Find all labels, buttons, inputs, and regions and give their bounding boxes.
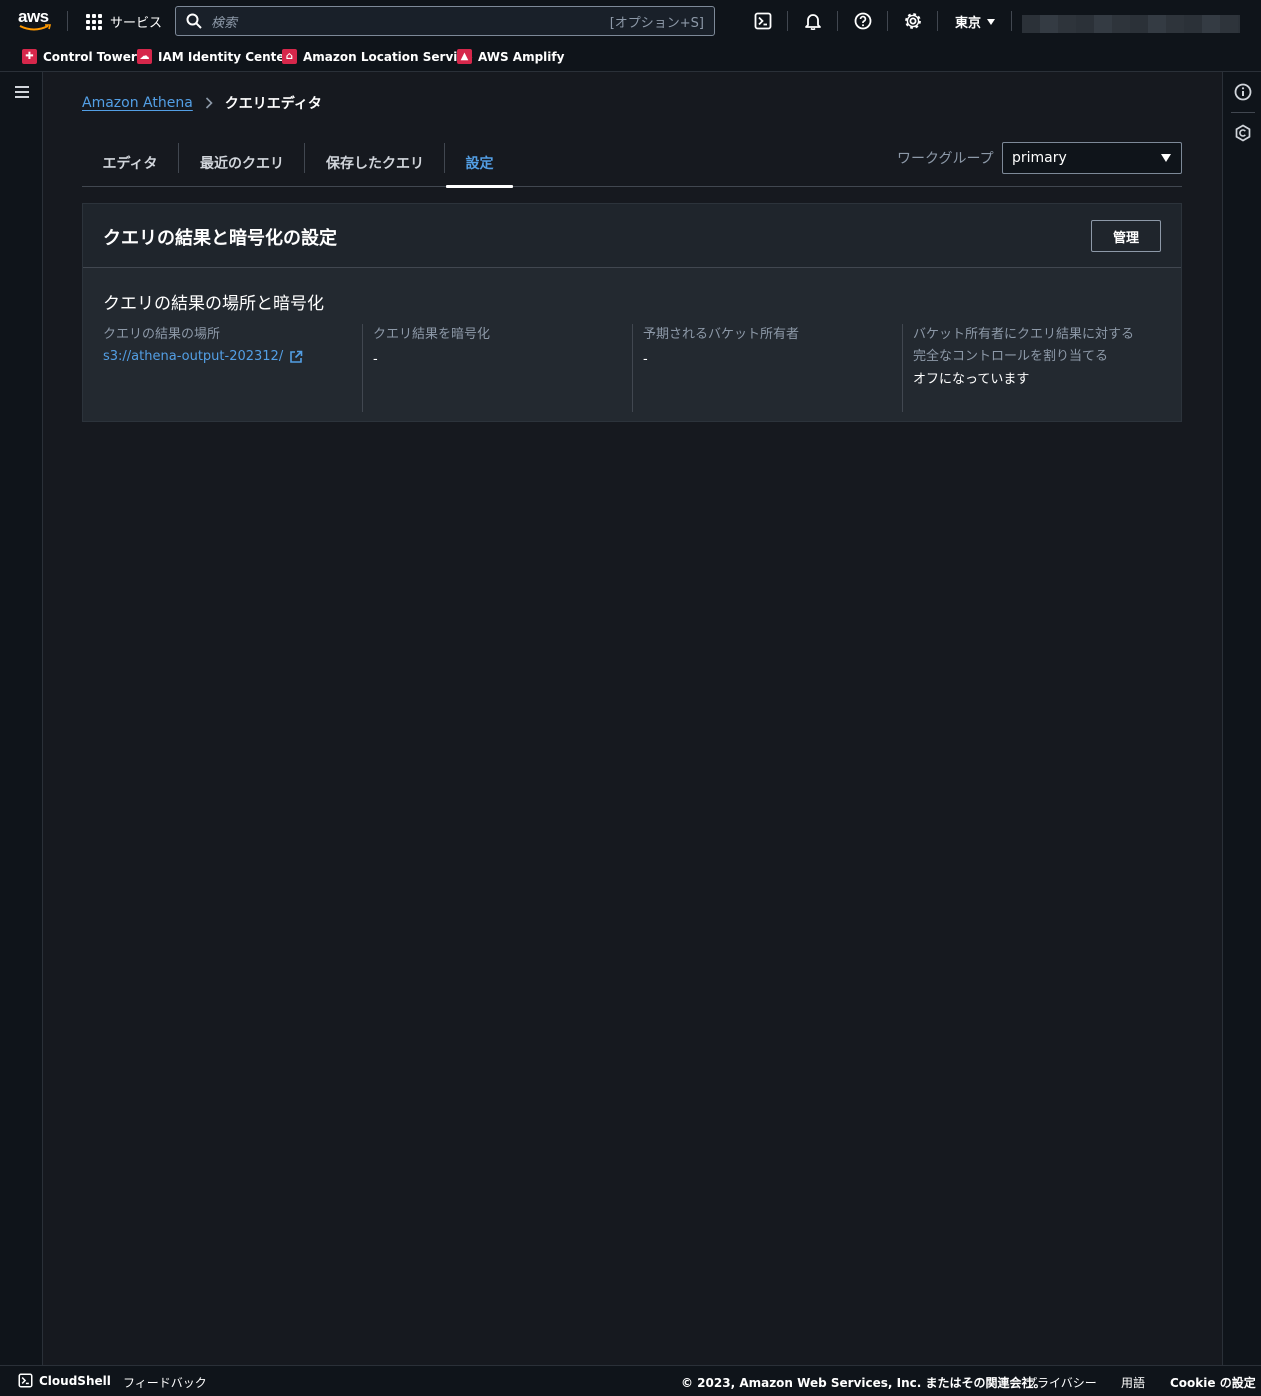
nav-divider [1011,11,1012,31]
bell-icon [805,14,821,30]
aws-logo[interactable]: aws [18,7,54,35]
encrypt-results-column: クエリ結果を暗号化 - [373,324,623,412]
nav-divider [787,11,788,31]
bucket-owner-control-label-line1: バケット所有者にクエリ結果に対する [913,327,1135,342]
favorite-iam-identity-center[interactable]: ☁ IAM Identity Center [137,49,290,64]
search-shortcut-hint: [オプション+S] [609,15,704,31]
control-tower-icon: ✚ [22,49,37,64]
left-side-rail [0,72,43,1365]
cloudshell-button[interactable] [753,11,773,31]
expected-bucket-owner-label: 予期されるバケット所有者 [643,327,800,342]
search-input[interactable]: 検索 [オプション+S] [175,6,715,36]
bucket-owner-control-label-line2: 完全なコントロールを割り当てる [913,349,1109,364]
column-divider [362,324,363,412]
region-selector[interactable]: 東京 [955,12,996,31]
expected-bucket-owner-column: 予期されるバケット所有者 - [643,324,893,412]
favorite-label: Control Tower [43,49,137,64]
workgroup-selected-value: primary [1012,150,1067,166]
footer-cloudshell-button[interactable]: CloudShell [18,1373,111,1388]
services-label: サービス [110,16,163,31]
tab-settings[interactable]: 設定 [446,140,513,188]
cloudshell-icon [18,1373,33,1388]
favorite-label: AWS Amplify [478,49,565,64]
footer-cloudshell-label: CloudShell [39,1373,111,1388]
query-results-settings-panel: クエリの結果と暗号化の設定 管理 クエリの結果の場所と暗号化 クエリの結果の場所… [82,203,1182,422]
settings-button[interactable] [903,11,923,31]
caret-down-icon [987,18,996,25]
nav-divider [67,11,68,31]
nav-divider [837,11,838,31]
favorite-control-tower[interactable]: ✚ Control Tower [22,49,137,64]
favorite-label: IAM Identity Center [158,49,291,64]
help-button[interactable] [853,11,873,31]
nav-divider [937,11,938,31]
breadcrumb: Amazon Athena クエリエディタ [82,93,322,113]
footer-cookie-settings-link[interactable]: Cookie の設定 [1170,1374,1256,1391]
caret-down-icon [1161,154,1171,162]
column-divider [902,324,903,412]
footer-terms-link[interactable]: 用語 [1121,1374,1145,1391]
tab-saved-queries[interactable]: 保存したクエリ [305,140,445,186]
services-menu-button[interactable]: サービス [86,12,162,31]
workgroup-select[interactable]: primary [1002,142,1182,174]
column-divider [632,324,633,412]
breadcrumb-current: クエリエディタ [224,96,322,112]
bucket-owner-control-column: バケット所有者にクエリ結果に対する 完全なコントロールを割り当てる オフになって… [913,324,1173,412]
menu-icon[interactable] [15,86,29,98]
panel-header: クエリの結果と暗号化の設定 管理 [83,204,1181,268]
search-placeholder: 検索 [211,15,238,31]
favorite-amplify[interactable]: ▲ AWS Amplify [457,49,564,64]
tab-editor[interactable]: エディタ [82,140,178,186]
amplify-icon: ▲ [457,49,472,64]
favorites-bar: ✚ Control Tower ☁ IAM Identity Center ⌂ … [0,42,1261,72]
chevron-right-icon [205,97,213,109]
bucket-owner-control-value: オフになっています [913,372,1030,387]
info-icon[interactable] [1234,83,1252,101]
region-label: 東京 [955,16,982,31]
workgroup-label: ワークグループ [897,151,994,167]
footer-feedback-link[interactable]: フィードバック [123,1374,207,1391]
results-location-label: クエリの結果の場所 [103,327,221,342]
encrypt-results-label: クエリ結果を暗号化 [373,327,491,342]
results-location-value: s3://athena-output-202312/ [103,349,284,364]
footer-copyright: © 2023, Amazon Web Services, Inc. またはその関… [681,1376,1046,1390]
account-menu-redacted[interactable] [1022,15,1240,33]
panel-title: クエリの結果と暗号化の設定 [103,228,337,249]
console-footer: CloudShell フィードバック © 2023, Amazon Web Se… [0,1365,1261,1396]
iam-identity-center-icon: ☁ [137,49,152,64]
cloudshell-icon [754,12,772,30]
nav-divider [887,11,888,31]
rail-divider [1231,112,1255,113]
results-location-link[interactable]: s3://athena-output-202312/ [103,349,353,364]
right-side-rail [1222,72,1261,1365]
tutorials-icon[interactable] [1234,124,1252,142]
favorite-location-service[interactable]: ⌂ Amazon Location Service [282,49,473,64]
results-location-column: クエリの結果の場所 s3://athena-output-202312/ [103,324,353,412]
manage-button[interactable]: 管理 [1091,220,1161,252]
help-icon [854,12,872,30]
tab-divider [444,143,445,173]
footer-privacy-link[interactable]: プライバシー [1025,1374,1097,1391]
expected-bucket-owner-value: - [643,352,648,367]
section-title: クエリの結果の場所と暗号化 [103,294,324,314]
tab-recent-queries[interactable]: 最近のクエリ [179,140,305,186]
external-link-icon [290,350,303,363]
search-icon [186,13,202,29]
location-service-icon: ⌂ [282,49,297,64]
favorite-label: Amazon Location Service [303,49,473,64]
notifications-button[interactable] [803,11,823,31]
breadcrumb-link-athena[interactable]: Amazon Athena [82,95,193,111]
grid-icon [86,13,102,30]
aws-logo-text: aws [18,7,49,26]
settings-icon [905,13,921,29]
top-navigation: aws サービス 検索 [オプション+S] 東京 [0,0,1261,42]
encrypt-results-value: - [373,352,378,367]
